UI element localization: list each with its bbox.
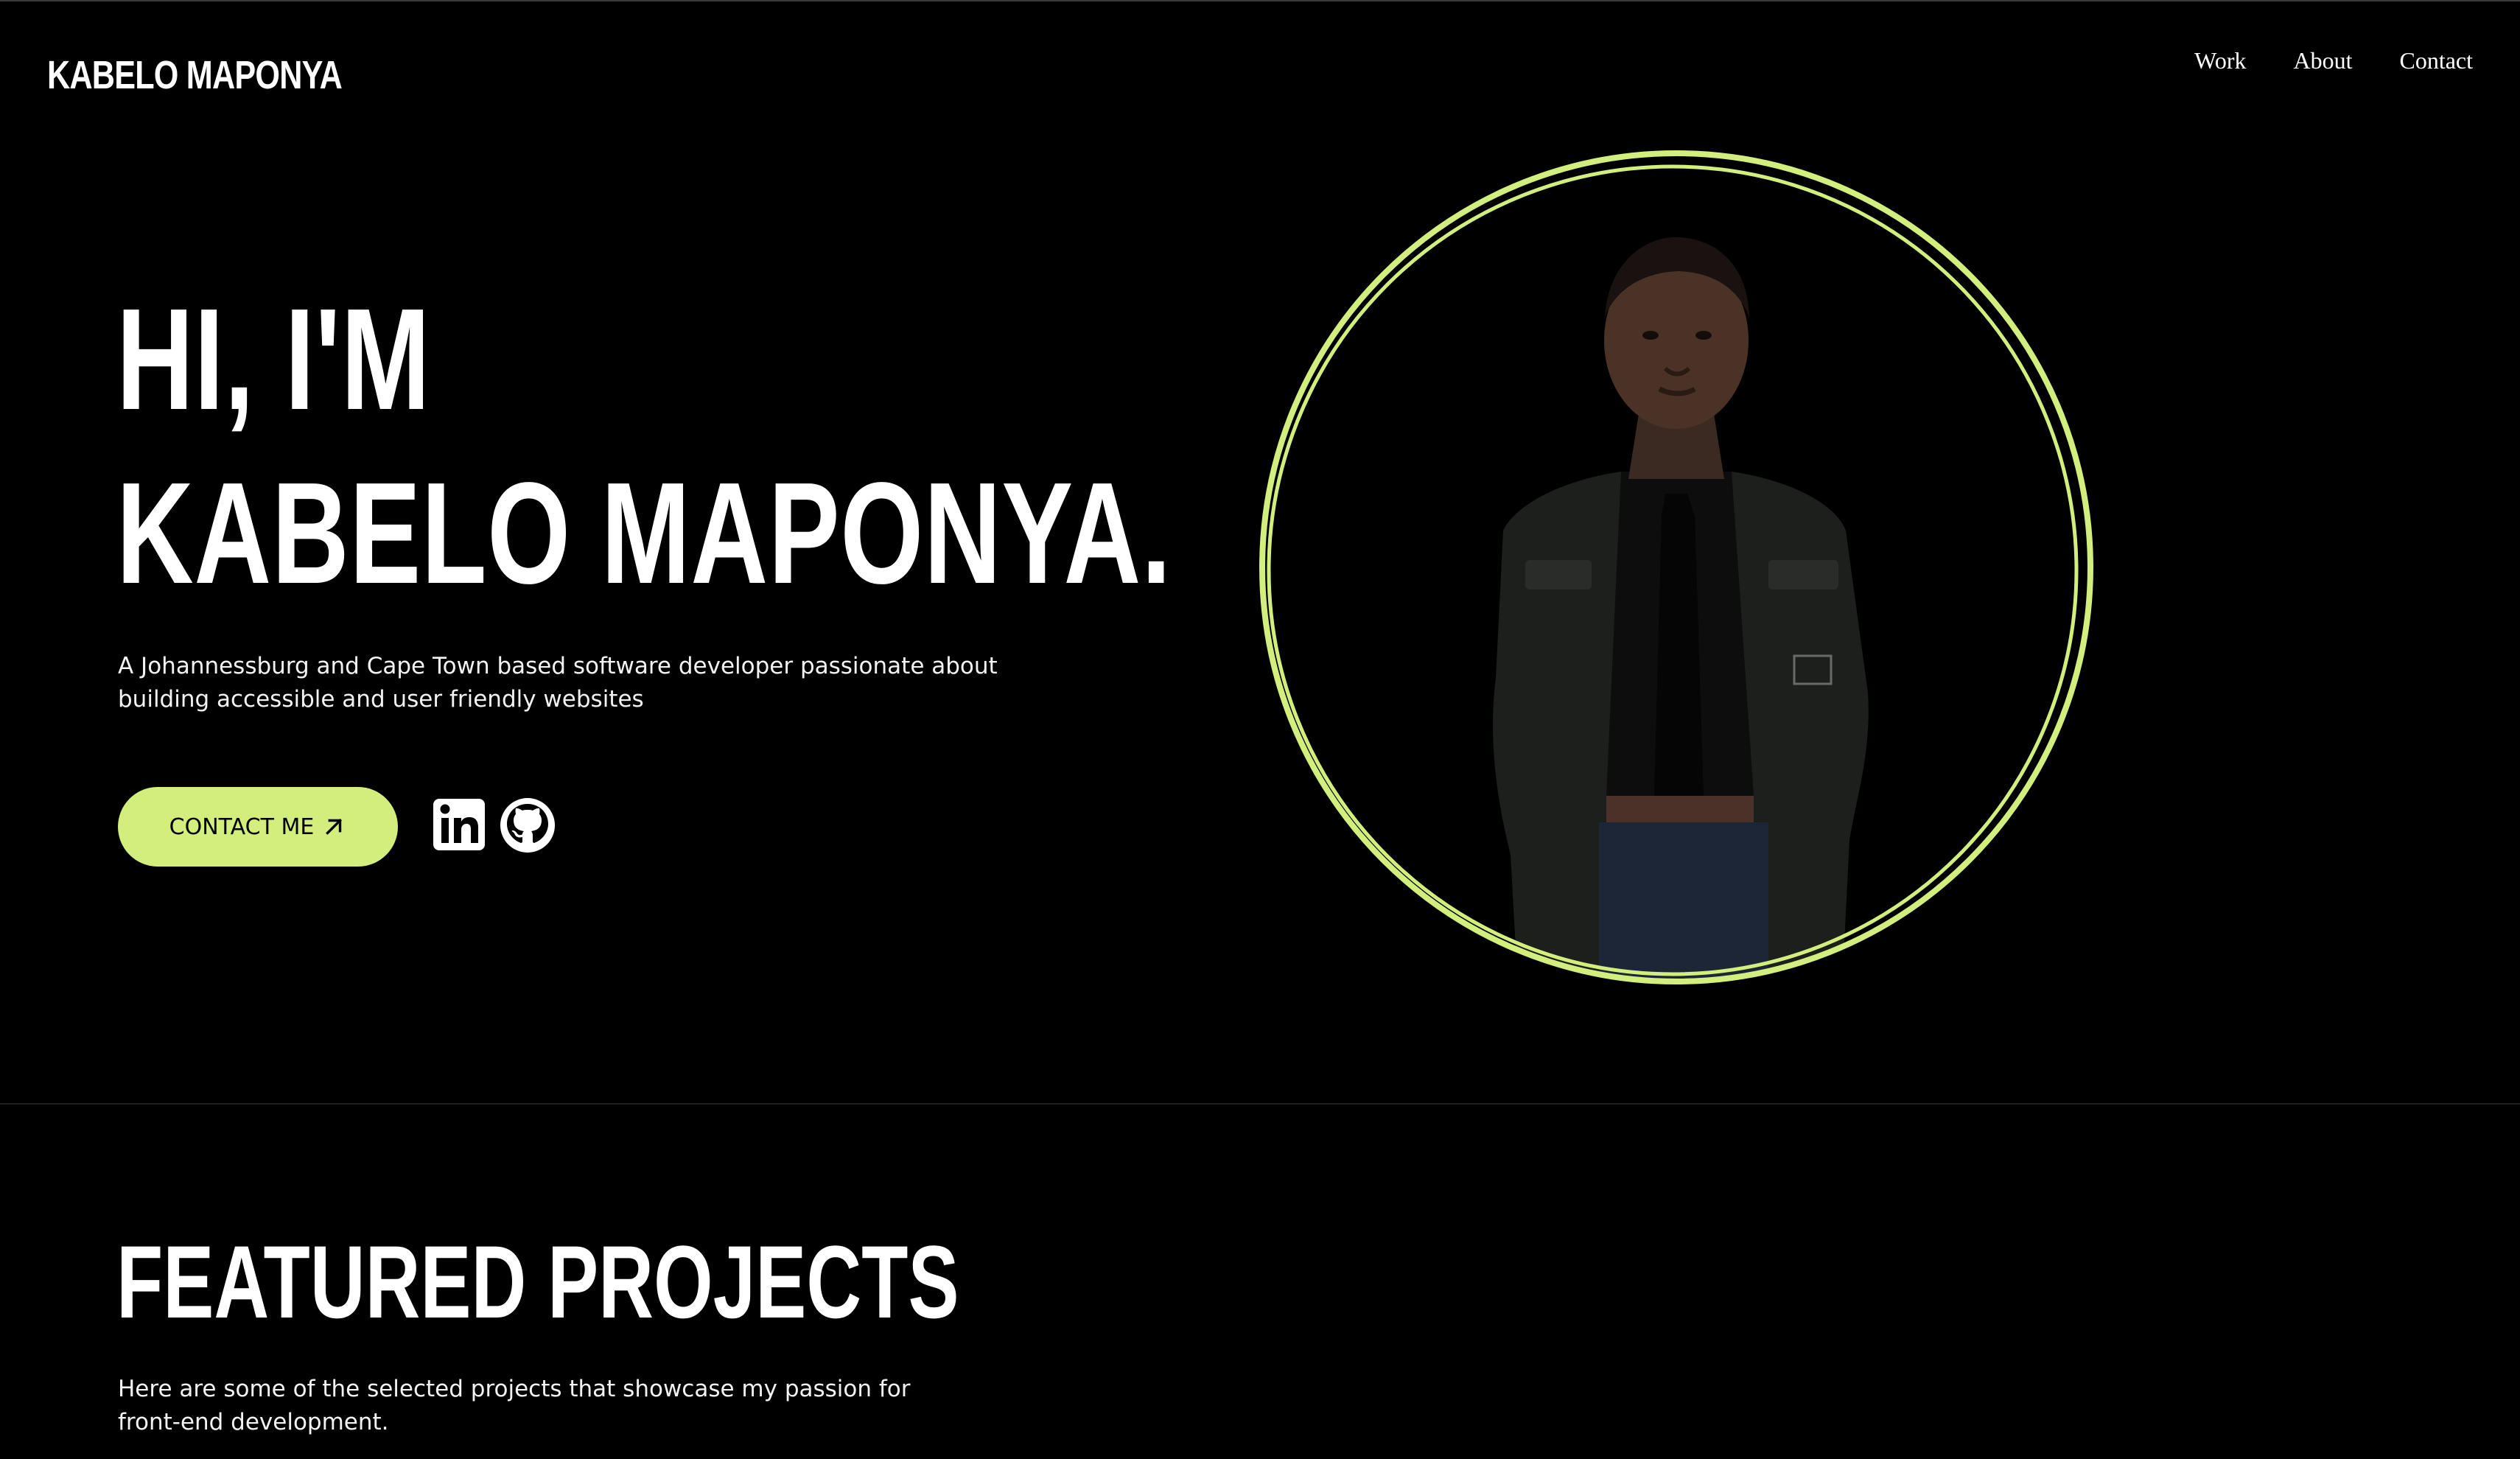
arrow-up-right-icon	[326, 819, 343, 835]
nav-work-link[interactable]: Work	[2194, 46, 2246, 75]
featured-projects-description: Here are some of the selected projects t…	[118, 1376, 911, 1435]
main-nav: Work About Contact	[2194, 46, 2473, 75]
contact-me-label: CONTACT ME	[169, 814, 315, 840]
contact-me-button[interactable]: CONTACT ME	[118, 787, 398, 867]
site-logo[interactable]: KABELO MAPONYA	[47, 49, 343, 102]
hero-description: A Johannessburg and Cape Town based soft…	[118, 653, 998, 713]
hero-heading-line-1: HI, I'M	[116, 279, 431, 440]
portrait-photo	[1493, 237, 1869, 980]
top-border	[0, 0, 2520, 1]
profile-portrait	[1259, 150, 2093, 984]
section-divider	[0, 1103, 2520, 1105]
nav-contact-link[interactable]: Contact	[2399, 46, 2473, 75]
nav-about-link[interactable]: About	[2293, 46, 2352, 75]
featured-projects-heading: FEATURED PROJECTS	[116, 1224, 959, 1340]
hero-heading-line-2: KABELO MAPONYA.	[116, 452, 1172, 614]
hero-heading: HI, I'M KABELO MAPONYA.	[116, 273, 1172, 620]
linkedin-icon[interactable]	[430, 794, 489, 853]
github-icon[interactable]	[498, 794, 557, 853]
